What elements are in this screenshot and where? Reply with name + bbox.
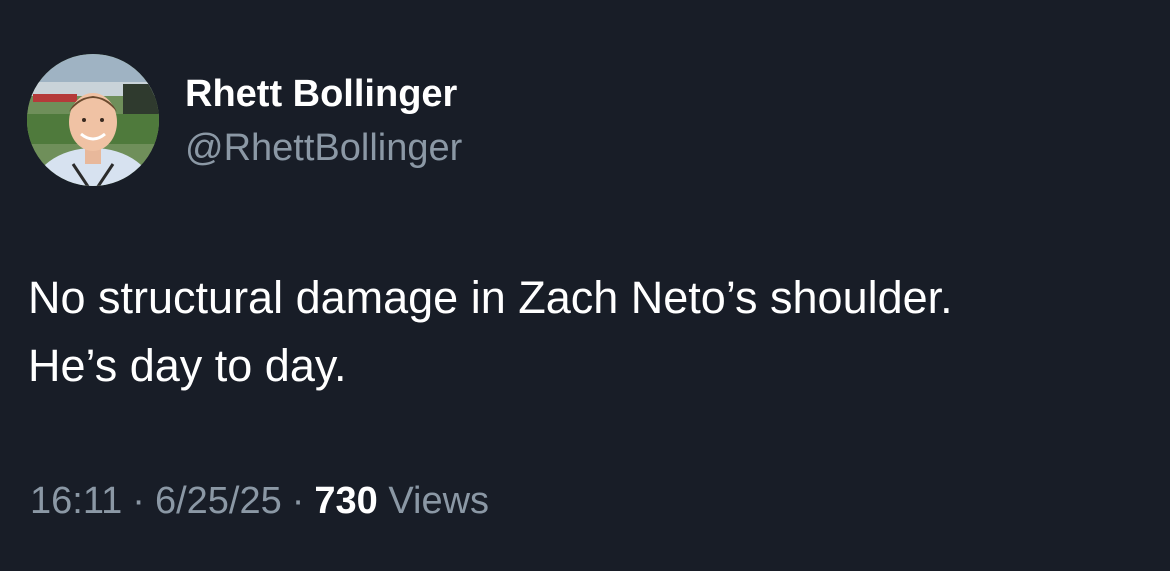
avatar[interactable] — [27, 54, 159, 186]
meta-separator: · — [132, 480, 145, 522]
tweet-text-line: He’s day to day. — [28, 340, 347, 391]
meta-separator: · — [291, 480, 305, 522]
tweet-date[interactable]: 6/25/25 — [155, 480, 282, 522]
tweet-text: No structural damage in Zach Neto’s shou… — [28, 264, 1148, 400]
author-display-name[interactable]: Rhett Bollinger — [185, 72, 457, 116]
views-label[interactable]: Views — [388, 480, 489, 522]
tweet-time[interactable]: 16:11 — [30, 480, 122, 522]
views-count[interactable]: 730 — [314, 480, 377, 522]
tweet-meta: 16:11 · 6/25/25 · 730 Views — [30, 478, 489, 524]
author-handle[interactable]: @RhettBollinger — [185, 126, 462, 170]
avatar-photo — [27, 54, 159, 186]
tweet-card: Rhett Bollinger @RhettBollinger No struc… — [0, 0, 1170, 571]
tweet-text-line: No structural damage in Zach Neto’s shou… — [28, 272, 953, 323]
